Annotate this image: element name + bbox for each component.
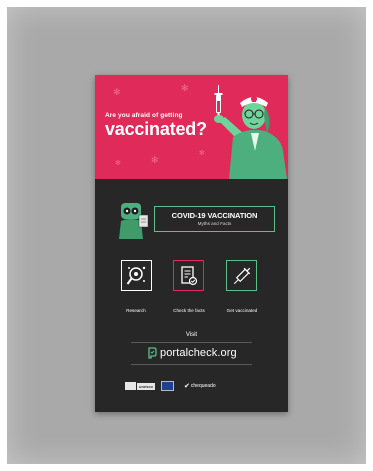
question-small: Are you afraid of getting bbox=[105, 112, 183, 119]
partner-logos: unesco ✔ chequeado bbox=[125, 380, 265, 392]
unesco-text: unesco bbox=[137, 382, 156, 390]
tile-label-get-vaccinated: Get vaccinated bbox=[226, 308, 258, 313]
virus-icon: ✻ bbox=[115, 160, 121, 167]
portal-url[interactable]: portalcheck.org bbox=[160, 347, 237, 359]
eu-flag-icon bbox=[161, 381, 175, 391]
title-main: COVID-19 VACCINATION bbox=[171, 211, 258, 220]
check-icon: ✔ bbox=[184, 383, 190, 390]
nurse-illustration bbox=[214, 85, 287, 179]
tile-label-check-facts: Check the facts bbox=[173, 308, 205, 313]
virus-icon: ✻ bbox=[113, 87, 121, 97]
syringe-icon bbox=[233, 267, 250, 284]
title-sub: Myths and Facts bbox=[197, 221, 232, 226]
check-facts-tile[interactable] bbox=[173, 260, 204, 291]
virus-icon: ✻ bbox=[151, 155, 159, 165]
chequeado-logo: ✔ chequeado bbox=[184, 382, 216, 390]
unesco-temple-icon bbox=[125, 382, 136, 390]
virus-icon: ✻ bbox=[199, 150, 205, 157]
virus-icon: ✻ bbox=[181, 83, 189, 93]
mascot-illustration bbox=[119, 203, 149, 239]
tile-label-research: Research bbox=[126, 308, 146, 313]
magnifier-virus-icon bbox=[126, 266, 145, 285]
divider bbox=[131, 342, 252, 343]
question-big: vaccinated? bbox=[105, 119, 207, 139]
document-check-icon bbox=[180, 265, 197, 285]
visit-label: Visit bbox=[185, 332, 198, 338]
divider bbox=[131, 364, 252, 365]
research-tile[interactable] bbox=[121, 260, 152, 291]
portal-logo-icon bbox=[148, 347, 157, 359]
url-row[interactable]: portalcheck.org bbox=[147, 346, 237, 360]
get-vaccinated-tile[interactable] bbox=[226, 260, 257, 291]
title-box: COVID-19 VACCINATION Myths and Facts bbox=[154, 206, 275, 232]
chequeado-text: chequeado bbox=[190, 383, 216, 389]
hero-banner: ✻ ✻ ✻ ✻ ✻ Are you afraid of getting vacc… bbox=[95, 75, 288, 179]
unesco-logo: unesco bbox=[125, 382, 156, 391]
poster: ✻ ✻ ✻ ✻ ✻ Are you afraid of getting vacc… bbox=[95, 75, 288, 412]
